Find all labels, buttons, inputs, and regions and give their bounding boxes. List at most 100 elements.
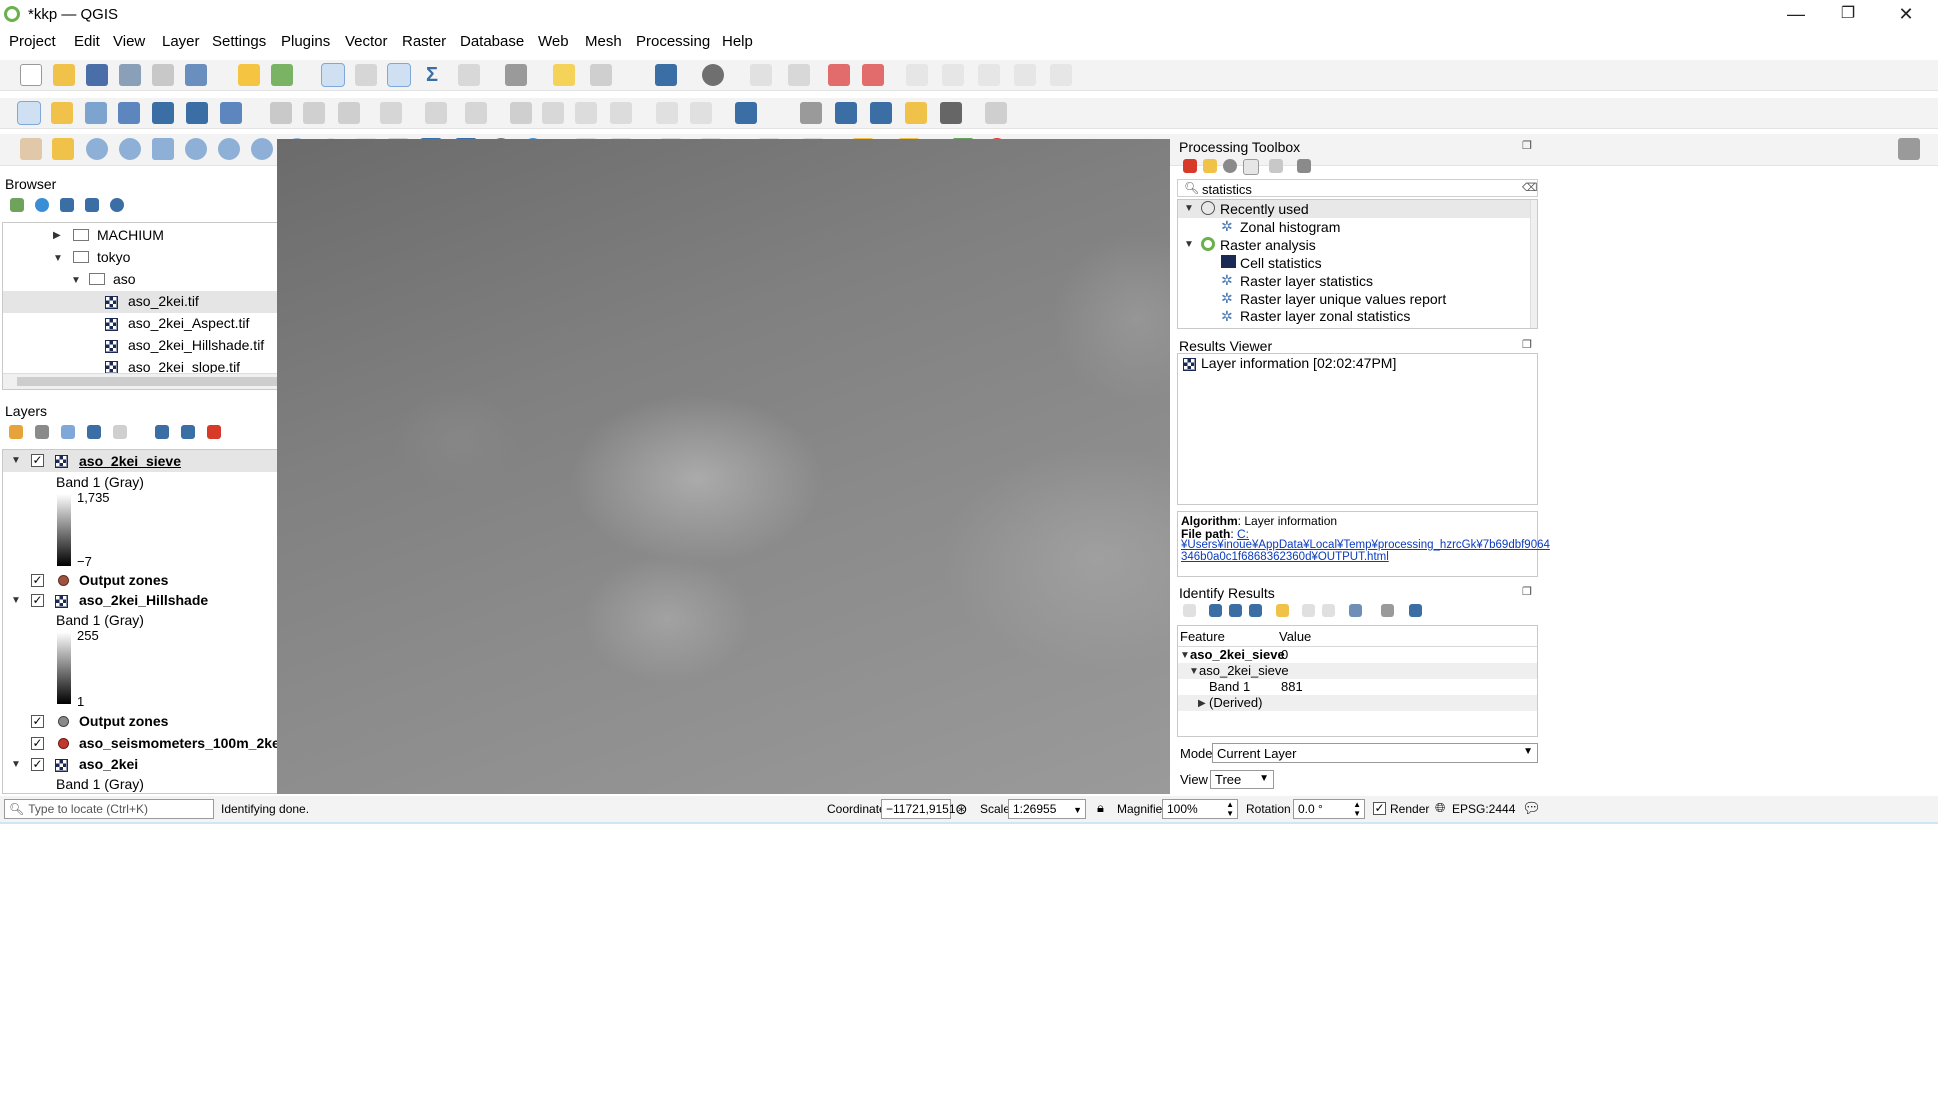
map-canvas[interactable] (277, 139, 1170, 794)
view-select[interactable]: Tree ▼ (1210, 770, 1274, 789)
coordinate-field[interactable]: −11721,9151 (881, 799, 956, 819)
menu-mesh[interactable]: Mesh (585, 33, 622, 50)
current-edits-icon[interactable] (270, 102, 292, 124)
result-layer-information[interactable]: Layer information [02:02:47PM] (1201, 355, 1396, 371)
new-mesh-layer-icon[interactable] (220, 102, 242, 124)
label-change-icon[interactable] (978, 64, 1000, 86)
menu-view[interactable]: View (113, 33, 145, 50)
zoom-full-icon[interactable] (152, 138, 174, 160)
browser-item-aso[interactable]: aso (113, 271, 136, 287)
new-shapefile-icon[interactable] (85, 102, 107, 124)
expand-arrow-icon[interactable]: ▶ (53, 230, 61, 241)
digitize-icon[interactable] (380, 102, 402, 124)
processing-float-button[interactable]: ❐ (1522, 139, 1532, 152)
locator-input[interactable]: 🔍︎ Type to locate (Ctrl+K) (4, 799, 214, 819)
collapse-arrow-icon[interactable]: ▼ (1184, 203, 1194, 214)
spin-arrows-icon[interactable]: ▲ ▼ (1353, 800, 1361, 818)
collapse-arrow-icon[interactable]: ▼ (11, 759, 21, 770)
label-move-icon[interactable] (906, 64, 928, 86)
identify-clear-icon[interactable] (1183, 604, 1196, 617)
lock-scale-icon[interactable]: 🔒︎ (1097, 800, 1104, 816)
edit-features-in-place-icon[interactable] (1269, 159, 1283, 173)
group-recently-used[interactable]: Recently used (1220, 201, 1309, 217)
identify-help-icon[interactable] (1409, 604, 1422, 617)
label-highlight-icon[interactable] (828, 64, 850, 86)
layer-visibility-checkbox[interactable]: ✓ (31, 737, 44, 750)
new-virtual-layer-icon[interactable] (186, 102, 208, 124)
style-layer-icon[interactable] (9, 425, 23, 439)
extents-toggle-icon[interactable]: ⊛ (955, 800, 968, 818)
menu-processing[interactable]: Processing (636, 33, 710, 50)
help-icon[interactable] (655, 64, 677, 86)
zoom-to-selection-icon[interactable] (185, 138, 207, 160)
collapse-all-layers-icon[interactable] (181, 425, 195, 439)
layer-visibility-checkbox[interactable]: ✓ (31, 594, 44, 607)
menu-vector[interactable]: Vector (345, 33, 388, 50)
scrollbar-thumb[interactable] (17, 377, 297, 386)
rotate-label-icon[interactable] (870, 102, 892, 124)
map-tips-icon[interactable] (553, 64, 575, 86)
manage-themes-icon[interactable] (61, 425, 75, 439)
identify-derived-row[interactable]: (Derived) (1209, 695, 1262, 710)
file-path-line-3[interactable]: 346b0a0c1f6868362360d¥OUTPUT.html (1181, 551, 1389, 563)
add-selected-icon[interactable] (10, 198, 24, 212)
identify-copy-icon[interactable] (1302, 604, 1315, 617)
redo-icon[interactable] (690, 102, 712, 124)
layer-name[interactable]: aso_2kei_sieve (79, 453, 181, 469)
filter-browser-icon[interactable] (60, 198, 74, 212)
layer-visibility-checkbox[interactable]: ✓ (31, 715, 44, 728)
scripts-icon[interactable] (1203, 159, 1217, 173)
browser-info-icon[interactable] (110, 198, 124, 212)
expand-arrow-icon[interactable]: ▶ (1198, 698, 1206, 709)
statistical-summary-icon[interactable]: Σ (421, 64, 443, 86)
identify-features-icon[interactable] (321, 63, 345, 87)
mode-select[interactable]: Current Layer ▼ (1212, 743, 1538, 763)
plugins-icon[interactable] (271, 64, 293, 86)
menu-layer[interactable]: Layer (162, 33, 200, 50)
layer-name[interactable]: aso_seismometers_100m_2kei (79, 735, 284, 751)
algorithm-zonal-histogram[interactable]: Zonal histogram (1240, 219, 1340, 235)
collapse-arrow-icon[interactable]: ▼ (11, 455, 21, 466)
select-label-icon[interactable] (800, 102, 822, 124)
render-checkbox[interactable]: ✓ (1373, 802, 1386, 815)
menu-help[interactable]: Help (722, 33, 753, 50)
collapse-arrow-icon[interactable]: ▼ (1189, 666, 1199, 677)
crs-button[interactable]: EPSG:2444 (1452, 802, 1515, 816)
layer-visibility-checkbox[interactable]: ✓ (31, 758, 44, 771)
collapse-arrow-icon[interactable]: ▼ (1184, 239, 1194, 250)
browser-item-aso-2kei[interactable]: aso_2kei.tif (128, 293, 199, 309)
menu-plugins[interactable]: Plugins (281, 33, 330, 50)
zoom-native-icon[interactable] (251, 138, 273, 160)
identify-open-form-icon[interactable] (1276, 604, 1289, 617)
save-edits-icon[interactable] (338, 102, 360, 124)
annotation-icon[interactable] (590, 64, 612, 86)
algorithm-raster-layer-statistics[interactable]: Raster layer statistics (1240, 273, 1373, 289)
new-temp-layer-icon[interactable] (152, 102, 174, 124)
copy-features-icon[interactable] (575, 102, 597, 124)
layer-name[interactable]: Output zones (79, 713, 168, 729)
collapse-arrow-icon[interactable]: ▼ (71, 275, 81, 286)
menu-raster[interactable]: Raster (402, 33, 446, 50)
zoom-in-icon[interactable] (86, 138, 108, 160)
identify-collapse-icon[interactable] (1229, 604, 1242, 617)
modify-attributes-icon[interactable] (465, 102, 487, 124)
processing-toolbox-icon[interactable] (387, 63, 411, 87)
label-rotate-icon[interactable] (942, 64, 964, 86)
algorithm-zonal-statistics[interactable]: Raster layer zonal statistics (1240, 308, 1410, 324)
label-unpinned-icon[interactable] (862, 64, 884, 86)
collapse-arrow-icon[interactable]: ▼ (53, 253, 63, 264)
label-properties-icon[interactable] (1014, 64, 1036, 86)
delete-selected-icon[interactable] (510, 102, 532, 124)
browser-item-aso-2kei-aspect[interactable]: aso_2kei_Aspect.tif (128, 315, 249, 331)
browser-item-aso-2kei-slope[interactable]: aso_2kei_slope.tif (128, 359, 240, 373)
layout-manager-icon[interactable] (152, 64, 174, 86)
identify-mode-icon[interactable] (1349, 604, 1362, 617)
menu-database[interactable]: Database (460, 33, 524, 50)
menu-edit[interactable]: Edit (74, 33, 100, 50)
processing-search-input[interactable]: 🔍︎ statistics ⌫ (1177, 179, 1538, 197)
processing-options-icon[interactable] (1297, 159, 1311, 173)
collapse-arrow-icon[interactable]: ▼ (11, 595, 21, 606)
magnifier-spinbox[interactable]: 100% ▲ ▼ (1162, 799, 1238, 819)
expand-all-icon[interactable] (155, 425, 169, 439)
new-project-icon[interactable] (20, 64, 42, 86)
